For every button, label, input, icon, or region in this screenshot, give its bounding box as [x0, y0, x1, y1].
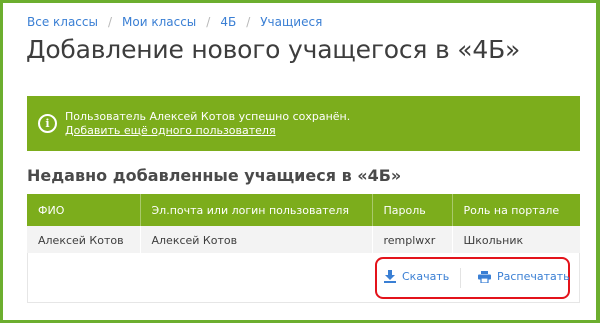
table-header-row: ФИО Эл.почта или логин пользователя Паро… [27, 194, 580, 226]
column-header-role: Роль на портале [451, 194, 580, 226]
printer-icon [478, 270, 491, 283]
print-button[interactable]: Распечатать [478, 270, 570, 283]
breadcrumb-students[interactable]: Учащиеся [260, 15, 322, 29]
breadcrumb: Все классы / Мои классы / 4Б / Учащиеся [27, 15, 322, 29]
column-header-name: ФИО [27, 194, 140, 226]
column-header-login: Эл.почта или логин пользователя [139, 194, 372, 226]
success-alert: i Пользователь Алексей Котов успешно сох… [27, 96, 580, 151]
add-another-user-link[interactable]: Добавить ещё одного пользователя [65, 124, 350, 138]
breadcrumb-my-classes[interactable]: Мои классы [122, 15, 196, 29]
students-table: ФИО Эл.почта или логин пользователя Паро… [27, 194, 580, 254]
cell-name: Алексей Котов [27, 226, 140, 254]
page-frame: Все классы / Мои классы / 4Б / Учащиеся … [3, 3, 596, 320]
actions-divider [460, 268, 461, 288]
cell-password: remplwxr [371, 226, 452, 254]
breadcrumb-class[interactable]: 4Б [220, 15, 236, 29]
export-actions-highlight: Скачать Распечатать [375, 257, 570, 299]
section-title: Недавно добавленные учащиеся в «4Б» [27, 166, 402, 185]
alert-message-block: Пользователь Алексей Котов успешно сохра… [65, 110, 350, 138]
download-icon [384, 270, 396, 283]
breadcrumb-separator: / [206, 15, 211, 29]
cell-login: Алексей Котов [139, 226, 372, 254]
breadcrumb-separator: / [246, 15, 251, 29]
breadcrumb-separator: / [107, 15, 113, 29]
breadcrumb-all-classes[interactable]: Все классы [27, 15, 98, 29]
cell-role: Школьник [451, 226, 580, 254]
download-label: Скачать [402, 270, 450, 283]
column-header-password: Пароль [371, 194, 452, 226]
info-icon: i [38, 114, 57, 133]
print-label: Распечатать [497, 270, 570, 283]
page-title: Добавление нового учащегося в «4Б» [26, 35, 521, 64]
download-button[interactable]: Скачать [384, 270, 449, 283]
table-row: Алексей Котов Алексей Котов remplwxr Шко… [27, 226, 580, 254]
alert-message: Пользователь Алексей Котов успешно сохра… [65, 110, 351, 123]
